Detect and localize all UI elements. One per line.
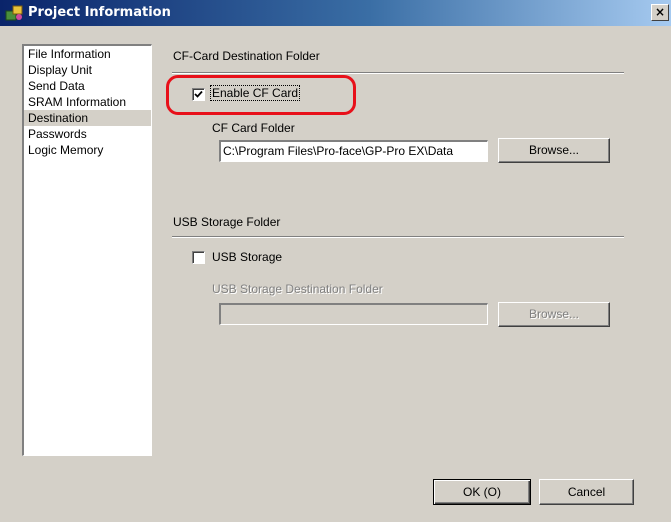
- close-button[interactable]: ×: [651, 4, 669, 21]
- cancel-button[interactable]: Cancel: [539, 479, 634, 505]
- usb-storage-group-label: USB Storage Folder: [173, 215, 281, 229]
- cf-card-folder-label: CF Card Folder: [212, 121, 295, 135]
- category-list[interactable]: File Information Display Unit Send Data SRA…: [22, 44, 152, 456]
- nav-item-destination[interactable]: Destination: [24, 110, 151, 126]
- usb-storage-browse-button[interactable]: Browse...: [498, 302, 610, 327]
- cf-card-folder-input[interactable]: C:\Program Files\Pro-face\GP-Pro EX\Data: [219, 140, 488, 162]
- nav-item-passwords[interactable]: Passwords: [24, 126, 151, 142]
- title-bar[interactable]: Project Information ×: [0, 0, 671, 26]
- cf-card-browse-button[interactable]: Browse...: [498, 138, 610, 163]
- annotation-highlight: [166, 75, 356, 115]
- usb-storage-label[interactable]: USB Storage: [212, 250, 282, 264]
- nav-item-display-unit[interactable]: Display Unit: [24, 62, 151, 78]
- window-title: Project Information: [28, 5, 171, 20]
- usb-storage-folder-input[interactable]: [219, 303, 488, 325]
- nav-item-file-information[interactable]: File Information: [24, 46, 151, 62]
- usb-storage-group-divider: [172, 236, 624, 238]
- close-icon: ×: [654, 5, 666, 19]
- usb-storage-folder-label: USB Storage Destination Folder: [212, 282, 383, 296]
- project-information-dialog: Project Information × File Information Di…: [0, 0, 671, 522]
- usb-storage-checkbox[interactable]: [192, 251, 205, 264]
- cf-card-group-divider: [172, 72, 624, 74]
- ok-button[interactable]: OK (O): [433, 479, 531, 505]
- nav-item-logic-memory[interactable]: Logic Memory: [24, 142, 151, 158]
- project-info-icon: [5, 4, 25, 22]
- nav-item-sram-information[interactable]: SRAM Information: [24, 94, 151, 110]
- cf-card-group-label: CF-Card Destination Folder: [173, 49, 320, 63]
- nav-item-send-data[interactable]: Send Data: [24, 78, 151, 94]
